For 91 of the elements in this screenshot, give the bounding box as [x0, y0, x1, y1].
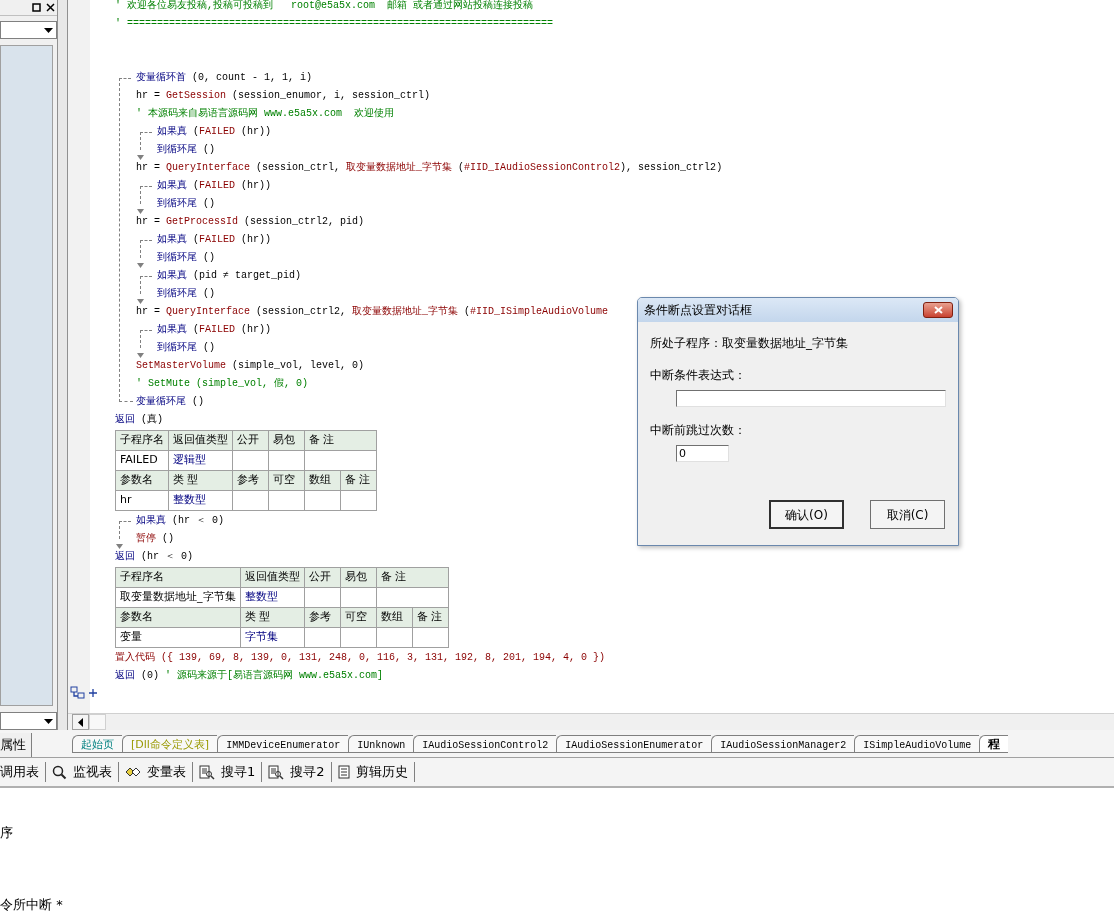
- code-line: 到循环尾 (): [157, 251, 215, 265]
- maximize-icon[interactable]: [31, 2, 42, 13]
- skip-count-label: 中断前跳过次数：: [650, 422, 747, 439]
- table-header-cell: 子程序名: [115, 567, 240, 588]
- panel-tab[interactable]: 剪辑历史: [331, 762, 415, 782]
- code-line: 到循环尾 (): [157, 287, 215, 301]
- file-tab[interactable]: ISimpleAudioVolume: [854, 734, 980, 753]
- file-tab[interactable]: IUnknown: [348, 734, 414, 753]
- table-header-cell: 子程序名: [115, 430, 169, 451]
- find-icon: [199, 764, 215, 780]
- table-header-cell: 返回值类型: [168, 430, 233, 451]
- table-header-cell: 参数名: [115, 607, 240, 628]
- arrow-down-icon: [137, 299, 144, 304]
- if-statement: 如果真 (pid ≠ target_pid): [157, 269, 302, 283]
- code-line: 暂停 (): [136, 532, 174, 546]
- panel-tab[interactable]: 变量表: [119, 762, 193, 782]
- output-text: 令所中断 *: [0, 896, 63, 913]
- find-icon: [268, 764, 285, 780]
- close-icon[interactable]: [45, 2, 56, 13]
- code-comment: ' 本源码来自易语言源码网 www.e5a5x.com 欢迎使用: [136, 106, 395, 121]
- table-cell: 变量: [115, 627, 240, 648]
- code-line: 置入代码 ({ 139, 69, 8, 139, 0, 131, 248, 0, 116, 3, 131, 192, 8, 201, 194, 4, 0 }): [115, 651, 606, 665]
- diamonds-icon: [125, 766, 141, 778]
- if-statement: 如果真 (hr ＜ 0): [136, 514, 224, 528]
- search-icon: [52, 764, 67, 780]
- context-label: 所处子程序：取变量数据地址_字节集: [650, 335, 849, 352]
- table-header-cell: 公开: [304, 567, 340, 588]
- code-line: hr = QueryInterface (session_ctrl, 取变量数据地址_字节集 (#IID_IAudioSessionControl2), session_ctrl2): [136, 160, 723, 175]
- loop-header: 变量循环首 (0, count - 1, 1, i): [136, 70, 313, 85]
- code-line: hr = QueryInterface (session_ctrl2, 取变量数据地址_字节集 (#IID_ISimpleAudioVolume: [136, 304, 609, 319]
- table-cell: FAILED: [115, 450, 169, 471]
- if-statement: 如果真 (FAILED (hr)): [157, 323, 272, 337]
- if-statement: 如果真 (FAILED (hr)): [157, 179, 272, 193]
- dropdown[interactable]: [0, 21, 57, 39]
- arrow-down-icon: [137, 155, 144, 160]
- skip-count-field[interactable]: 0: [676, 445, 729, 462]
- if-statement: 如果真 (FAILED (hr)): [157, 125, 272, 139]
- close-button[interactable]: [923, 302, 953, 318]
- caret-icon: [44, 27, 53, 33]
- arrow-down-icon: [116, 544, 123, 549]
- file-tab[interactable]: IAudioSessionControl2: [413, 734, 557, 753]
- dialog-button[interactable]: 取消(C): [870, 500, 945, 529]
- caret-icon: [78, 717, 83, 727]
- file-tab[interactable]: 程: [979, 734, 1009, 753]
- panel-tab[interactable]: 调用表: [0, 762, 46, 782]
- if-statement: 如果真 (FAILED (hr)): [157, 233, 272, 247]
- code-line: 到循环尾 (): [157, 197, 215, 211]
- scrollbar-thumb[interactable]: [89, 714, 106, 730]
- code-line: SetMasterVolume (simple_vol, level, 0): [136, 359, 365, 373]
- output-text: 序: [0, 824, 13, 841]
- breakpoint-icon: [70, 686, 100, 700]
- table-header-cell: 备 注: [304, 430, 377, 451]
- table-header-cell: 返回值类型: [240, 567, 304, 588]
- close-icon: [933, 306, 943, 314]
- document-icon: [337, 765, 350, 779]
- table-header-cell: 易包: [268, 430, 305, 451]
- code-line: hr = GetProcessId (session_ctrl2, pid): [136, 215, 365, 229]
- table-cell: 取变量数据地址_字节集: [115, 587, 240, 608]
- file-tab[interactable]: IMMDeviceEnumerator: [217, 734, 349, 753]
- dropdown[interactable]: [0, 712, 57, 730]
- panel-tab[interactable]: 搜寻1: [193, 762, 263, 782]
- code-comment: ' =======================================================================: [115, 17, 554, 31]
- scroll-left-button[interactable]: [72, 714, 89, 730]
- code-line: 到循环尾 (): [157, 341, 215, 355]
- file-tab[interactable]: 起始页: [72, 734, 122, 753]
- code-comment: ' 欢迎各位易友投稿,投稿可投稿到 root@e5a5x.com 邮箱 或者通过网站投稿连接投稿: [115, 0, 534, 13]
- file-tab[interactable]: IAudioSessionManager2: [711, 734, 855, 753]
- code-line: hr = GetSession (session_enumor, i, session_ctrl): [136, 89, 431, 103]
- panel-tab[interactable]: 搜寻2: [262, 762, 332, 782]
- panel-tab[interactable]: 监视表: [46, 762, 119, 782]
- table-cell: hr: [115, 490, 169, 511]
- table-header-cell: 公开: [232, 430, 269, 451]
- dialog-button[interactable]: 确认(O): [769, 500, 844, 529]
- condition-field[interactable]: [676, 390, 946, 407]
- arrow-down-icon: [137, 353, 144, 358]
- caret-icon: [44, 718, 53, 724]
- panel-tab[interactable]: 属性: [0, 733, 32, 757]
- condition-label: 中断条件表达式：: [650, 367, 747, 384]
- code-comment: ' SetMute (simple_vol, 假, 0): [136, 377, 309, 391]
- file-tab[interactable]: IAudioSessionEnumerator: [556, 734, 712, 753]
- code-line: 返回 (hr ＜ 0): [115, 550, 193, 564]
- code-line: 返回 (真): [115, 413, 163, 427]
- table-header-cell: 备 注: [376, 567, 448, 588]
- loop-footer: 变量循环尾 (): [136, 393, 204, 411]
- dialog-title: 条件断点设置对话框: [644, 302, 752, 319]
- table-header-cell: 易包: [340, 567, 376, 588]
- code-line: 到循环尾 (): [157, 143, 215, 157]
- table-header-cell: 参数名: [115, 470, 169, 491]
- arrow-down-icon: [137, 263, 144, 268]
- code-line: 返回 (0) ' 源码来源于[易语言源码网 www.e5a5x.com]: [115, 668, 384, 683]
- arrow-down-icon: [137, 209, 144, 214]
